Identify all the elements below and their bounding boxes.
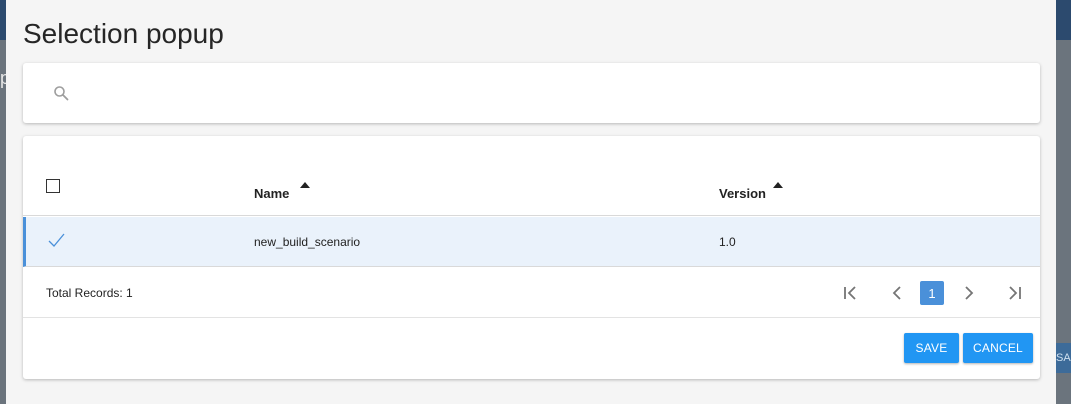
sort-ascending-icon[interactable] (300, 182, 310, 188)
previous-page-icon[interactable] (885, 281, 909, 305)
table-row[interactable]: new_build_scenario 1.0 (23, 217, 1040, 267)
column-header-version[interactable]: Version (719, 186, 766, 201)
cell-version: 1.0 (719, 235, 736, 249)
select-all-checkbox[interactable] (46, 179, 60, 193)
popup-title: Selection popup (23, 18, 224, 49)
table-footer: Total Records: 1 1 (23, 268, 1040, 318)
selection-popup: Selection popup Name Version new_build_s… (6, 0, 1056, 404)
checkmark-icon[interactable] (46, 230, 66, 250)
page-number-button[interactable]: 1 (920, 281, 944, 305)
column-header-name[interactable]: Name (254, 186, 289, 201)
results-table: Name Version new_build_scenario 1.0 Tota… (23, 136, 1040, 379)
background-button: SA (1056, 343, 1071, 373)
cell-name: new_build_scenario (254, 235, 361, 249)
total-records-label: Total Records: 1 (46, 286, 133, 300)
next-page-icon[interactable] (957, 281, 981, 305)
search-icon (53, 85, 69, 101)
cancel-button[interactable]: CANCEL (963, 333, 1033, 363)
save-button[interactable]: SAVE (904, 333, 959, 363)
table-header: Name Version (23, 136, 1040, 216)
sort-ascending-icon[interactable] (773, 182, 783, 188)
search-input[interactable] (79, 77, 1019, 109)
first-page-icon[interactable] (839, 281, 863, 305)
last-page-icon[interactable] (1002, 281, 1026, 305)
search-bar (23, 63, 1040, 123)
